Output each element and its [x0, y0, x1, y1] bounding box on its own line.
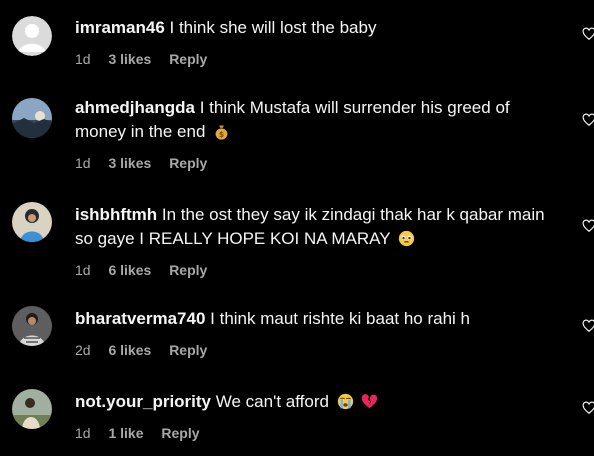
- comment-text: not.your_priority We can't afford: [75, 390, 555, 414]
- likes-count[interactable]: 1 like: [108, 425, 143, 441]
- comment-content: I think maut rishte ki baat ho rahi h: [210, 309, 471, 328]
- username[interactable]: ishbhftmh: [75, 205, 157, 224]
- comment-time: 2d: [75, 342, 91, 358]
- like-heart-icon[interactable]: [582, 401, 594, 415]
- reply-button[interactable]: Reply: [169, 155, 207, 171]
- likes-count[interactable]: 6 likes: [108, 262, 151, 278]
- avatar[interactable]: [12, 16, 52, 56]
- avatar[interactable]: [12, 389, 52, 429]
- svg-text:$: $: [219, 130, 224, 139]
- like-heart-icon[interactable]: [582, 319, 594, 333]
- comments-list: imraman46 I think she will lost the baby…: [0, 0, 594, 456]
- avatar[interactable]: [12, 98, 52, 138]
- username[interactable]: bharatverma740: [75, 309, 205, 328]
- comment-time: 1d: [75, 155, 91, 171]
- crying-face-emoji: [337, 393, 353, 410]
- pleading-face-emoji: [398, 230, 415, 247]
- like-heart-icon[interactable]: [582, 27, 594, 41]
- avatar[interactable]: [12, 306, 52, 346]
- likes-count[interactable]: 6 likes: [108, 342, 151, 358]
- like-heart-icon[interactable]: [582, 219, 594, 233]
- comment-time: 1d: [75, 425, 91, 441]
- comment-text: bharatverma740 I think maut rishte ki ba…: [75, 307, 555, 331]
- comment-meta: 1d 3 likes Reply: [75, 50, 555, 68]
- reply-button[interactable]: Reply: [161, 425, 199, 441]
- comment-meta: 2d 6 likes Reply: [75, 341, 555, 359]
- comment-meta: 1d 3 likes Reply: [75, 154, 555, 172]
- avatar[interactable]: [12, 202, 52, 242]
- likes-count[interactable]: 3 likes: [108, 155, 151, 171]
- reply-button[interactable]: Reply: [169, 342, 207, 358]
- username[interactable]: ahmedjhangda: [75, 98, 195, 117]
- broken-heart-emoji: [362, 394, 378, 409]
- money-bag-emoji: $: [215, 125, 228, 140]
- like-heart-icon[interactable]: [582, 113, 594, 127]
- username[interactable]: not.your_priority: [75, 392, 211, 411]
- comment-time: 1d: [75, 262, 91, 278]
- likes-count[interactable]: 3 likes: [108, 51, 151, 67]
- comment-meta: 1d 6 likes Reply: [75, 261, 555, 279]
- comment-text: imraman46 I think she will lost the baby: [75, 16, 555, 40]
- reply-button[interactable]: Reply: [169, 51, 207, 67]
- username[interactable]: imraman46: [75, 18, 165, 37]
- reply-button[interactable]: Reply: [169, 262, 207, 278]
- comment-meta: 1d 1 like Reply: [75, 424, 555, 442]
- comment-text: ishbhftmh In the ost they say ik zindagi…: [75, 203, 555, 251]
- comment-text: ahmedjhangda I think Mustafa will surren…: [75, 96, 555, 144]
- comment-content: We can't afford: [215, 392, 329, 411]
- comment-content: I think she will lost the baby: [169, 18, 377, 37]
- comment-time: 1d: [75, 51, 91, 67]
